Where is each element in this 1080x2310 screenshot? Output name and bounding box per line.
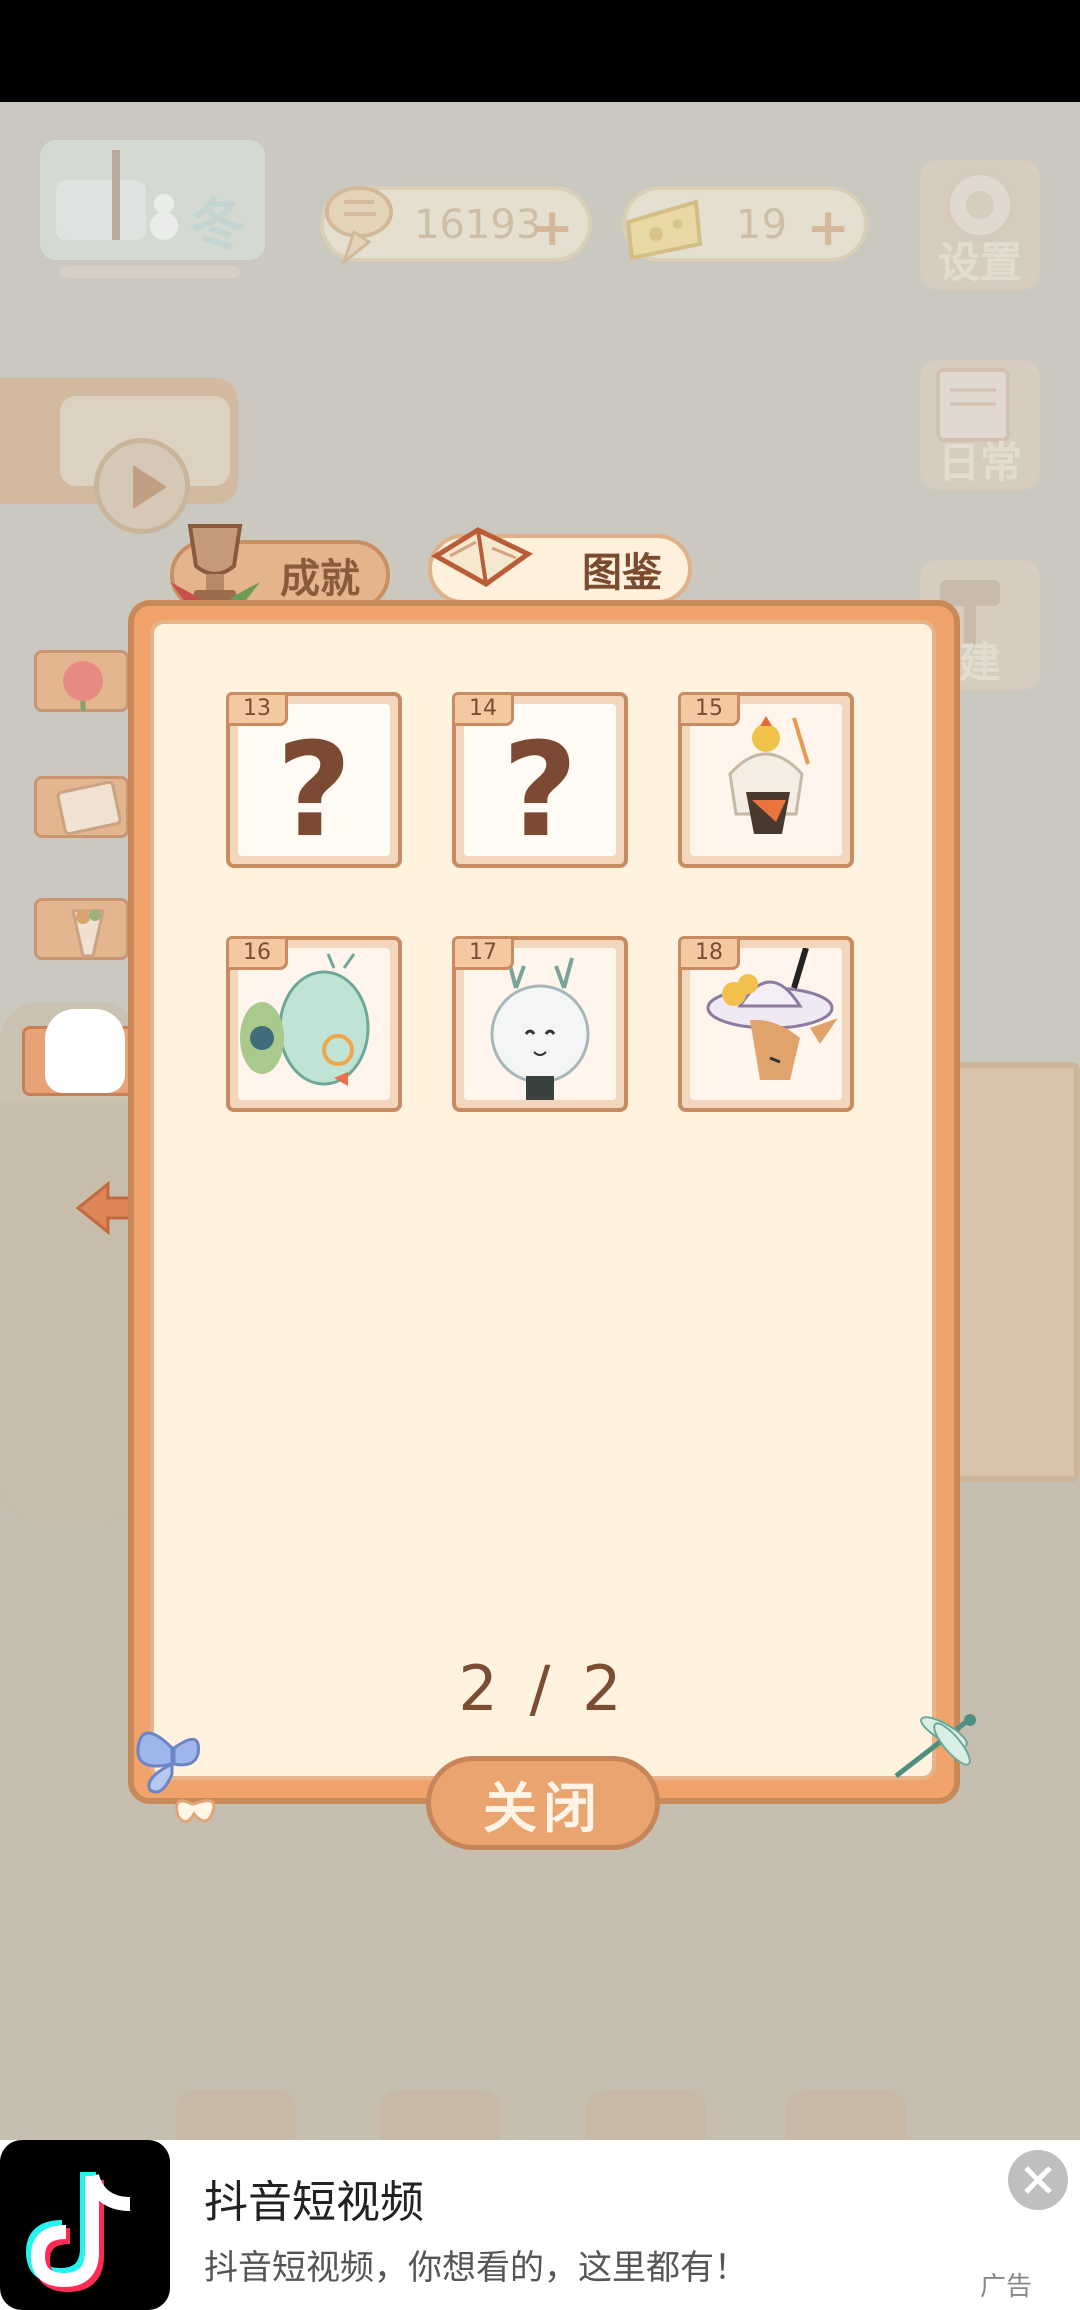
cheese-currency: 19 + — [622, 186, 868, 262]
daily-button[interactable]: 日常 — [920, 360, 1040, 490]
codex-card[interactable]: ? 13 — [226, 692, 402, 868]
codex-card[interactable]: 18 — [678, 936, 854, 1112]
douyin-logo-icon — [0, 2140, 170, 2310]
bottom-menu-item-4[interactable] — [786, 2090, 906, 2140]
add-fish-button[interactable]: + — [530, 198, 574, 258]
fish-bone-icon — [325, 186, 393, 267]
daily-label: 日常 — [937, 438, 1022, 487]
snowman-icon — [56, 150, 178, 240]
category-tab-photo[interactable] — [34, 776, 129, 838]
chick-character-image — [690, 704, 842, 856]
codex-card[interactable]: 17 — [452, 936, 628, 1112]
codex-card[interactable]: ? 14 — [452, 692, 628, 868]
locked-card-face: ? — [464, 704, 616, 856]
open-book-icon — [431, 527, 533, 587]
card-number: 13 — [226, 692, 288, 726]
antelope-character-image — [690, 948, 842, 1100]
ad-subtitle: 抖音短视频，你想看的，这里都有！ — [204, 2248, 748, 2288]
deer-sheep-character-image — [464, 948, 616, 1100]
dragonfly-decoration-icon — [894, 1714, 976, 1778]
video-reward-button[interactable] — [0, 378, 238, 534]
ad-title: 抖音短视频 — [204, 2177, 424, 2228]
tab-codex-label: 图鉴 — [582, 550, 662, 596]
trophy-icon — [170, 524, 260, 608]
card-number: 14 — [452, 692, 514, 726]
close-button-label: 关闭 — [483, 1776, 603, 1840]
character-portrait-17 — [464, 948, 616, 1100]
settings-label: 设置 — [937, 238, 1022, 287]
bottom-menu-item-2[interactable] — [380, 2090, 500, 2140]
settings-button[interactable]: 设置 — [920, 160, 1040, 290]
ad-banner[interactable]: 抖音短视频 抖音短视频，你想看的，这里都有！ — [0, 2140, 1080, 2310]
codex-card[interactable]: 16 — [226, 936, 402, 1112]
house-illustration — [940, 1062, 1080, 1482]
season-progress-bar — [60, 266, 240, 278]
character-portrait-18 — [690, 948, 842, 1100]
character-silhouette-icon — [45, 1009, 125, 1093]
fish-currency: 16193 + — [320, 186, 592, 267]
season-label: 冬 — [190, 193, 246, 258]
cheese-icon — [625, 199, 703, 261]
page-indicator: 2 / 2 — [458, 1652, 628, 1725]
character-portrait-16 — [238, 948, 390, 1100]
ad-close-button[interactable] — [1008, 2150, 1068, 2210]
card-number: 17 — [452, 936, 514, 970]
photo-icon — [56, 780, 122, 836]
card-number: 18 — [678, 936, 740, 970]
butterfly-decoration-icon — [136, 1731, 216, 1823]
category-tab-flower[interactable] — [34, 650, 129, 712]
card-number: 15 — [678, 692, 740, 726]
bottom-menu-item-1[interactable] — [176, 2090, 296, 2140]
codex-card[interactable]: 15 — [678, 692, 854, 868]
status-bar — [0, 0, 1080, 102]
question-mark-icon: ? — [502, 714, 578, 856]
add-cheese-button[interactable]: + — [806, 198, 850, 258]
peacock-character-image — [238, 948, 390, 1100]
fish-count: 16193 — [414, 202, 542, 248]
close-icon — [1024, 2166, 1052, 2194]
character-portrait-15 — [690, 704, 842, 856]
tab-achievements-label: 成就 — [280, 556, 360, 602]
cheese-count: 19 — [736, 202, 787, 248]
ad-tag: 广告 — [980, 2272, 1033, 2302]
card-number: 16 — [226, 936, 288, 970]
question-mark-icon: ? — [276, 714, 352, 856]
close-button[interactable]: 关闭 — [426, 1756, 660, 1850]
bottom-menu-item-3[interactable] — [586, 2090, 706, 2140]
rose-icon — [63, 661, 103, 711]
category-tab-bouquet[interactable] — [34, 898, 129, 960]
season-badge[interactable]: 冬 — [40, 140, 265, 278]
bouquet-icon — [71, 909, 105, 958]
locked-card-face: ? — [238, 704, 390, 856]
